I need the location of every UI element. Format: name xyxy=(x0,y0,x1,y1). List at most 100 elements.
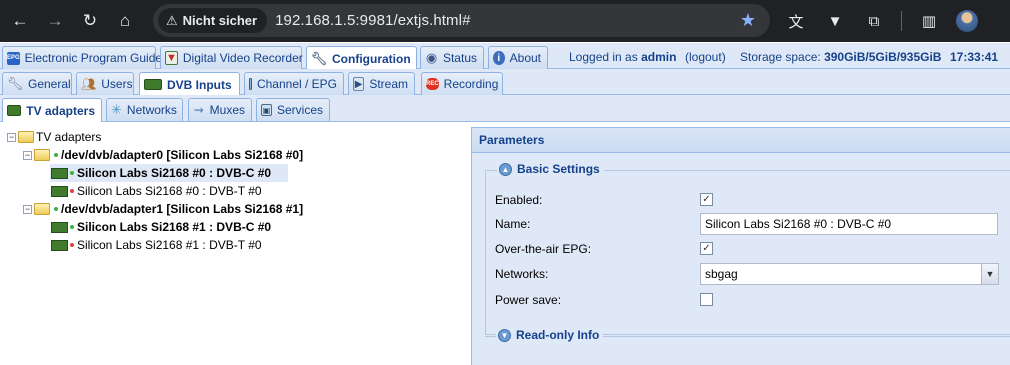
reload-icon[interactable]: ↻ xyxy=(78,9,102,33)
extension-area: 文 ▼ ⧉ ▥ xyxy=(784,9,978,33)
power-save-checkbox[interactable] xyxy=(700,293,713,306)
tree-frontend-node[interactable]: Silicon Labs Si2168 #0 : DVB-C #0 xyxy=(50,164,288,182)
parameters-title: Parameters xyxy=(472,128,1010,153)
chevron-down-icon[interactable]: ▼ xyxy=(981,264,998,284)
username: admin xyxy=(641,50,677,64)
tab-stream[interactable]: ▶ Stream xyxy=(348,72,415,95)
tree-root[interactable]: − TV adapters xyxy=(7,128,101,146)
parameters-panel: Parameters ▲ Basic Settings Enabled: ✓ N… xyxy=(471,127,1010,365)
enabled-checkbox[interactable]: ✓ xyxy=(700,193,713,206)
epg-icon: EPG xyxy=(7,51,20,65)
networks-value: sbgag xyxy=(705,267,738,281)
address-bar[interactable]: ⚠ Nicht sicher 192.168.1.5:9981/extjs.ht… xyxy=(153,4,770,37)
logout-link[interactable]: (logout) xyxy=(685,50,726,64)
tab-label: General xyxy=(28,77,71,91)
services-icon: ▣ xyxy=(261,104,272,116)
tab-status[interactable]: ◉ Status xyxy=(420,46,484,69)
vpn-shield-icon[interactable]: ▼ xyxy=(823,9,847,33)
tab-services[interactable]: ▣ Services xyxy=(256,98,330,121)
wrench-icon: 🔧︎ xyxy=(6,76,24,91)
storage-info: Storage space: 390GiB/5GiB/935GiB xyxy=(740,50,941,64)
status-dot-green-icon xyxy=(70,171,74,175)
tab-configuration[interactable]: 🔧︎ Configuration xyxy=(306,46,417,70)
tree-adapter-node[interactable]: − /dev/dvb/adapter1 [Silicon Labs Si2168… xyxy=(23,200,303,218)
tab-networks[interactable]: ✳ Networks xyxy=(106,98,183,121)
tab-label: Users xyxy=(101,77,133,91)
status-dot-red-icon xyxy=(70,243,74,247)
enabled-label: Enabled: xyxy=(495,193,543,207)
tab-general[interactable]: 🔧︎ General xyxy=(2,72,72,95)
adapter-icon xyxy=(144,79,162,90)
tab-label: Networks xyxy=(126,103,177,117)
tab-label: Digital Video Recorder xyxy=(182,51,303,65)
readonly-info-fieldset: ▼ Read-only Info xyxy=(485,328,1010,342)
logged-in-label: Logged in as xyxy=(569,50,638,64)
folder-icon xyxy=(34,149,50,161)
logged-in-text: Logged in as admin xyxy=(569,50,676,64)
tab-label: DVB Inputs xyxy=(167,77,232,92)
status-dot-green-icon xyxy=(54,207,58,211)
name-field[interactable] xyxy=(700,213,998,235)
tab-recording[interactable]: REC Recording xyxy=(421,72,503,95)
tab-dvb-inputs[interactable]: DVB Inputs xyxy=(139,72,240,96)
name-label: Name: xyxy=(495,217,531,231)
ota-epg-checkbox[interactable]: ✓ xyxy=(700,242,713,255)
tree-frontend-node[interactable]: Silicon Labs Si2168 #1 : DVB-T #0 xyxy=(50,236,262,254)
tab-users[interactable]: 👥︎ Users xyxy=(76,72,134,95)
folder-icon xyxy=(18,131,34,143)
adapter-label: /dev/dvb/adapter0 [Silicon Labs Si2168 #… xyxy=(61,148,304,162)
back-arrow-icon[interactable]: ← xyxy=(8,9,32,33)
tab-label: Status xyxy=(442,51,477,65)
expand-arrow-icon[interactable]: ▼ xyxy=(498,328,511,342)
tab-tv-adapters[interactable]: TV adapters xyxy=(2,98,102,122)
ota-epg-label: Over-the-air EPG: xyxy=(495,242,592,256)
tree-frontend-node[interactable]: Silicon Labs Si2168 #1 : DVB-C #0 xyxy=(50,218,271,236)
adapter-card-icon xyxy=(51,185,68,197)
collapse-icon[interactable]: − xyxy=(23,150,32,160)
adapter-icon xyxy=(7,105,22,116)
info-icon: i xyxy=(493,51,505,65)
collapse-arrow-icon[interactable]: ▲ xyxy=(499,162,512,176)
adapter-card-icon xyxy=(51,239,68,251)
profile-avatar[interactable] xyxy=(956,10,978,32)
tab-dvr[interactable]: ▼ Digital Video Recorder xyxy=(160,46,303,69)
home-icon[interactable]: ⌂ xyxy=(113,9,137,33)
network-icon: ✳ xyxy=(111,102,122,117)
reading-list-icon[interactable]: ▥ xyxy=(917,9,941,33)
tab-epg[interactable]: EPG Electronic Program Guide xyxy=(2,46,162,69)
translate-icon[interactable]: 文 xyxy=(784,9,808,33)
networks-combo[interactable]: sbgag ▼ xyxy=(700,263,999,285)
tab-label: About xyxy=(509,51,541,65)
security-label: Nicht sicher xyxy=(182,13,258,28)
toolbar-divider xyxy=(901,11,902,31)
tree-frontend-node[interactable]: Silicon Labs Si2168 #0 : DVB-T #0 xyxy=(50,182,262,200)
forward-arrow-icon[interactable]: → xyxy=(43,9,67,33)
tab-about[interactable]: i About xyxy=(488,46,548,69)
collapse-icon[interactable]: − xyxy=(23,204,32,214)
adapter-tree: − TV adapters − /dev/dvb/adapter0 [Silic… xyxy=(0,123,470,365)
eye-icon: ◉ xyxy=(425,50,438,65)
tab-muxes[interactable]: ⇝ Muxes xyxy=(188,98,252,121)
browser-toolbar: ← → ↻ ⌂ ⚠ Nicht sicher 192.168.1.5:9981/… xyxy=(0,0,1010,42)
basic-settings-fieldset: ▲ Basic Settings Enabled: ✓ Name: Over-t… xyxy=(485,162,1010,335)
extensions-puzzle-icon[interactable]: ⧉ xyxy=(862,9,886,33)
wrench-icon: 🔧︎ xyxy=(310,50,328,66)
clock: 17:33:41 xyxy=(950,50,999,64)
url-text[interactable]: 192.168.1.5:9981/extjs.html# xyxy=(275,12,470,29)
basic-settings-legend[interactable]: ▲ Basic Settings xyxy=(497,162,604,176)
readonly-info-legend[interactable]: ▼ Read-only Info xyxy=(496,328,604,342)
checkmark-icon: ✓ xyxy=(702,243,711,254)
warning-triangle-icon: ⚠ xyxy=(166,12,178,28)
users-icon: 👥︎ xyxy=(81,77,97,91)
tab-channel-epg[interactable]: Channel / EPG xyxy=(244,72,344,95)
tab-label: Configuration xyxy=(332,51,411,66)
tab-label: Recording xyxy=(443,77,499,91)
config-tab-strip: 🔧︎ General 👥︎ Users DVB Inputs Channel /… xyxy=(0,69,1010,96)
legend-label: Basic Settings xyxy=(517,162,600,176)
collapse-icon[interactable]: − xyxy=(7,132,16,142)
bookmark-star-icon[interactable]: ★ xyxy=(740,10,756,31)
main-tab-strip: EPG Electronic Program Guide ▼ Digital V… xyxy=(0,43,1010,70)
rec-icon: REC xyxy=(426,78,439,90)
security-chip[interactable]: ⚠ Nicht sicher xyxy=(158,8,268,33)
tree-adapter-node[interactable]: − /dev/dvb/adapter0 [Silicon Labs Si2168… xyxy=(23,146,303,164)
